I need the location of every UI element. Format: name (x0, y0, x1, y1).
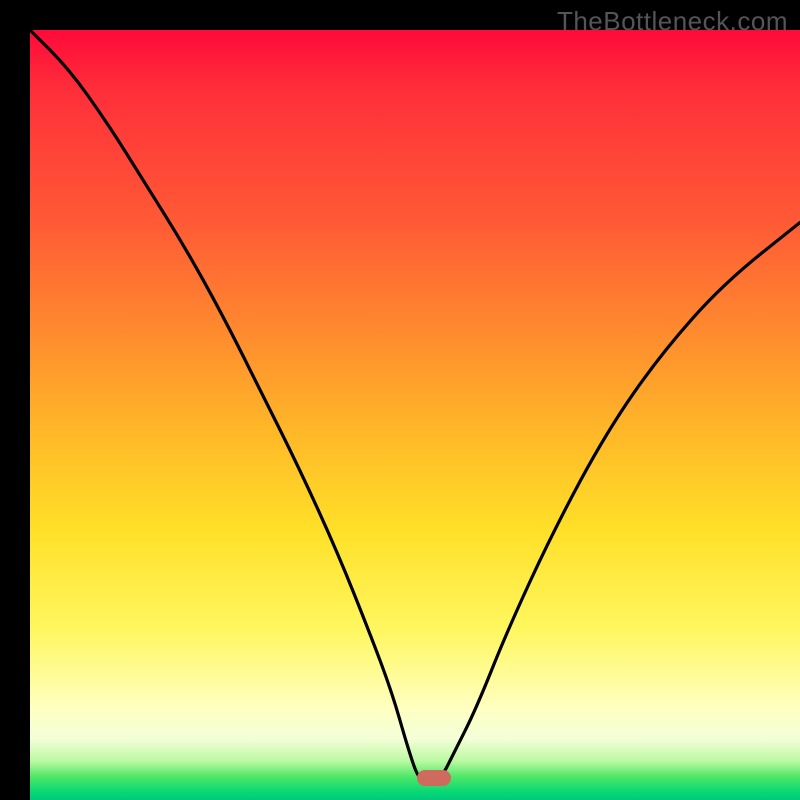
bottleneck-curve (30, 30, 800, 800)
optimal-marker (417, 770, 451, 786)
plot-area (30, 30, 800, 800)
curve-path (30, 30, 800, 781)
watermark-text: TheBottleneck.com (557, 6, 788, 37)
chart-frame: TheBottleneck.com (0, 0, 800, 800)
